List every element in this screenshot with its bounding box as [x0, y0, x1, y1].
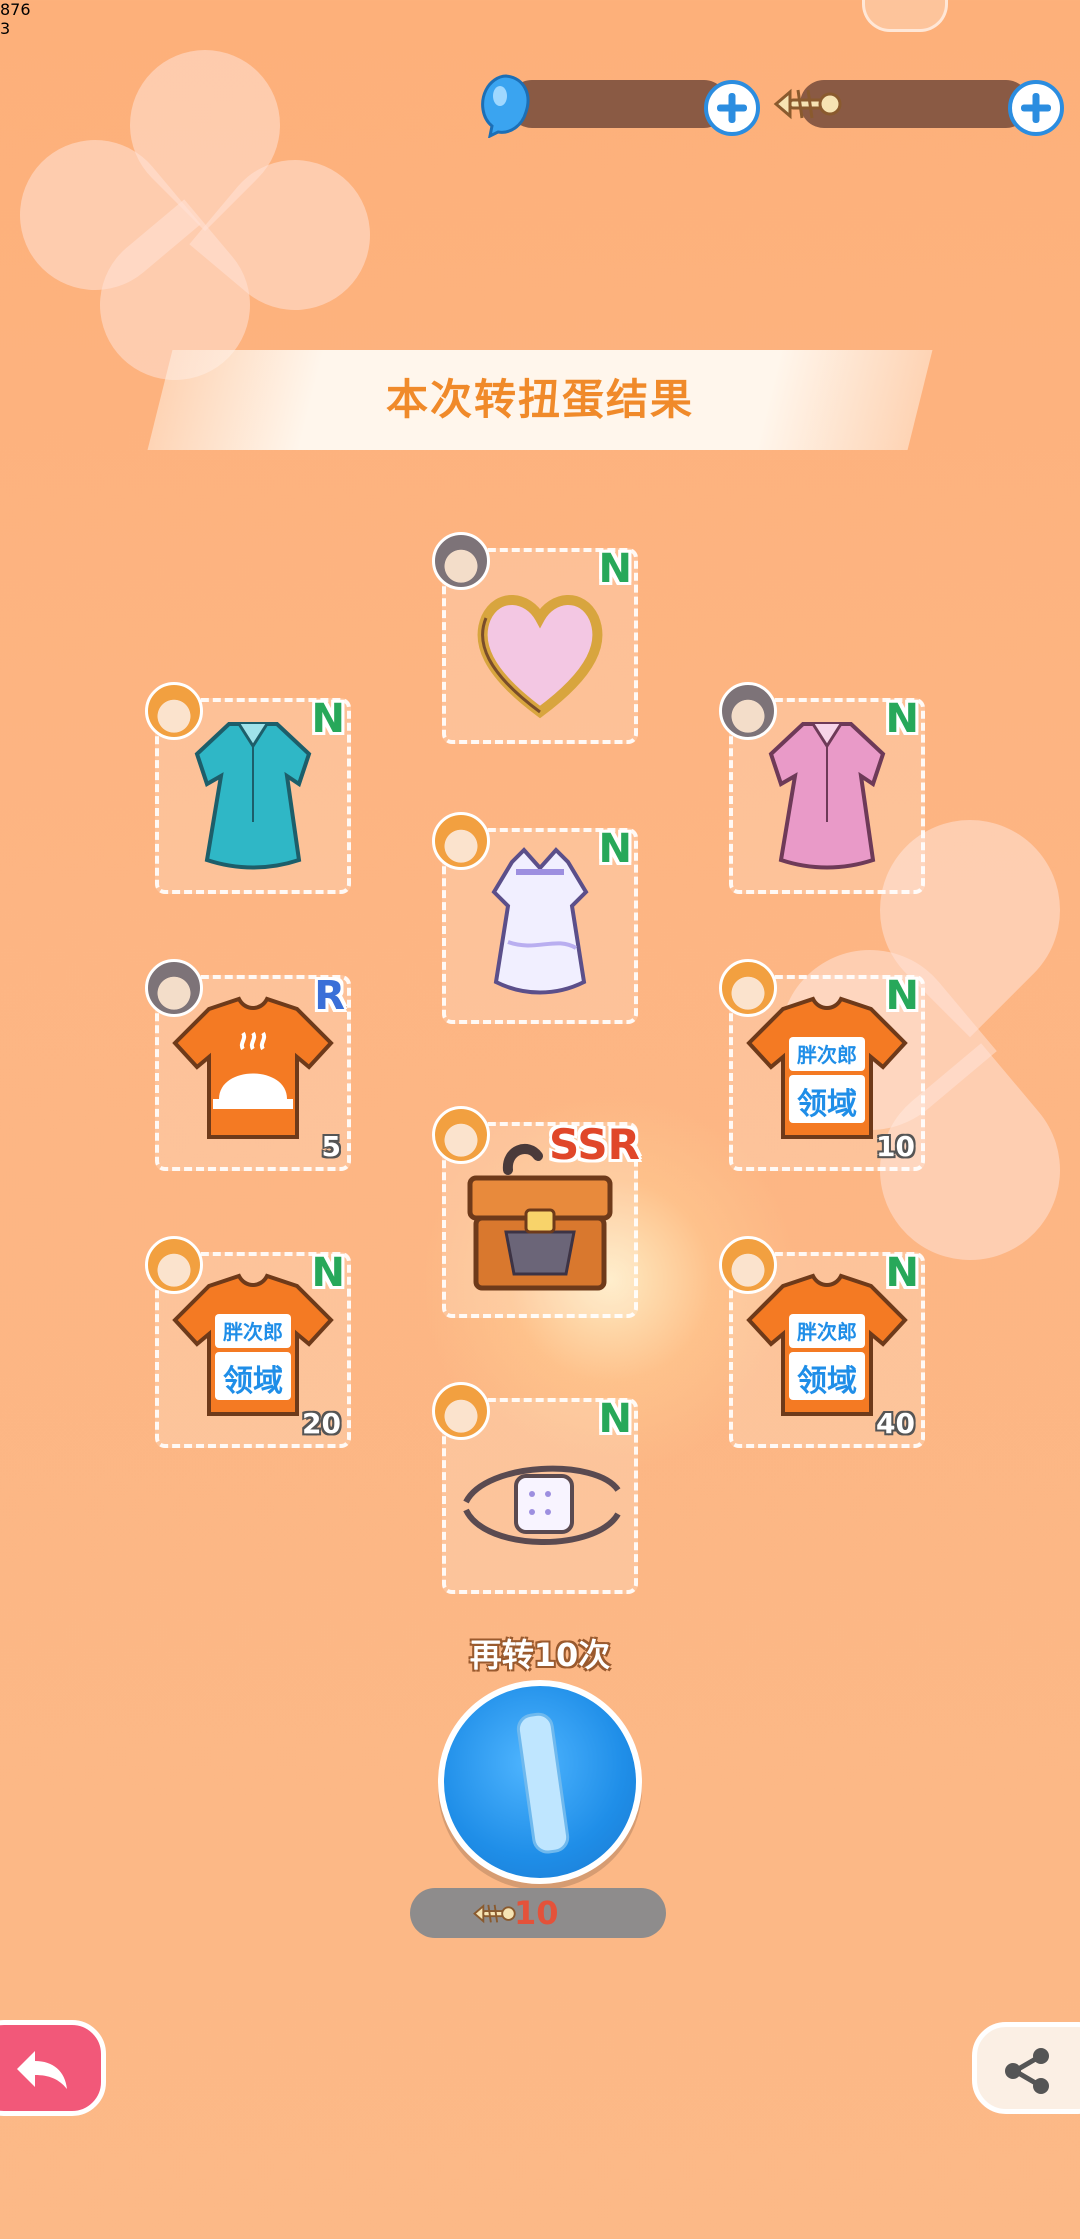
rarity-badge: R [314, 973, 345, 1019]
result-card-10[interactable]: N [432, 1382, 638, 1594]
spin-cost-value: 10 [514, 1894, 559, 1932]
tshirt-text-top: 胖次郎 [797, 1043, 857, 1067]
rarity-badge: N [598, 1396, 632, 1442]
tshirt-text-bottom: 领域 [797, 1364, 857, 1399]
add-fishbone-button[interactable] [1008, 80, 1064, 136]
character-avatar [145, 682, 203, 740]
fishbone-icon [773, 88, 842, 120]
result-card-7[interactable]: SSR [432, 1106, 640, 1318]
share-icon [1005, 2048, 1049, 2094]
result-card-8[interactable]: 胖次郎 领域 N 20 [145, 1236, 351, 1448]
top-indicator [862, 0, 948, 32]
spin-again-label: 再转10次 [469, 1636, 611, 1674]
spin-cost: 10 [410, 1888, 666, 1938]
character-avatar [719, 959, 777, 1017]
back-arrow-icon [17, 2051, 67, 2089]
item-count: 10 [876, 1130, 915, 1163]
fishbone-value: 3 [0, 19, 11, 38]
character-avatar [432, 1106, 490, 1164]
gem-icon [481, 74, 530, 138]
result-title: 本次转扭蛋结果 [385, 375, 694, 424]
add-gems-button[interactable] [704, 80, 760, 136]
rarity-badge: N [598, 546, 632, 592]
rarity-badge: SSR [549, 1120, 640, 1169]
character-avatar [145, 1236, 203, 1294]
character-avatar [145, 959, 203, 1017]
result-card-5[interactable]: R 5 [145, 959, 351, 1171]
character-avatar [432, 532, 490, 590]
result-card-4[interactable]: N [432, 812, 638, 1024]
spin-again-button[interactable] [438, 1680, 642, 1884]
fishbone-icon [473, 1904, 516, 1924]
character-avatar [432, 812, 490, 870]
rarity-badge: N [885, 696, 919, 742]
rarity-badge: N [311, 696, 345, 742]
item-count: 5 [321, 1130, 341, 1163]
tshirt-text-bottom: 领域 [797, 1087, 857, 1122]
rarity-badge: N [311, 1250, 345, 1296]
character-avatar [432, 1382, 490, 1440]
tshirt-text-top: 胖次郎 [223, 1320, 283, 1344]
rarity-badge: N [598, 826, 632, 872]
result-card-2[interactable]: N [145, 682, 351, 894]
share-button[interactable] [972, 2022, 1080, 2114]
character-avatar [719, 1236, 777, 1294]
result-card-1[interactable]: N [432, 532, 638, 744]
ticket-icon [516, 1712, 570, 1854]
gem-value: 876 [0, 0, 31, 19]
character-avatar [719, 682, 777, 740]
item-count: 40 [876, 1407, 915, 1440]
back-button[interactable] [0, 2020, 106, 2116]
rarity-badge: N [885, 973, 919, 1019]
rarity-badge: N [885, 1250, 919, 1296]
tshirt-text-bottom: 领域 [223, 1364, 283, 1399]
result-card-9[interactable]: 胖次郎 领域 N 40 [719, 1236, 925, 1448]
background-flower-top [0, 18, 401, 411]
result-card-6[interactable]: 胖次郎 领域 N 10 [719, 959, 925, 1171]
result-card-3[interactable]: N [719, 682, 925, 894]
tshirt-text-top: 胖次郎 [797, 1320, 857, 1344]
item-count: 20 [302, 1407, 341, 1440]
